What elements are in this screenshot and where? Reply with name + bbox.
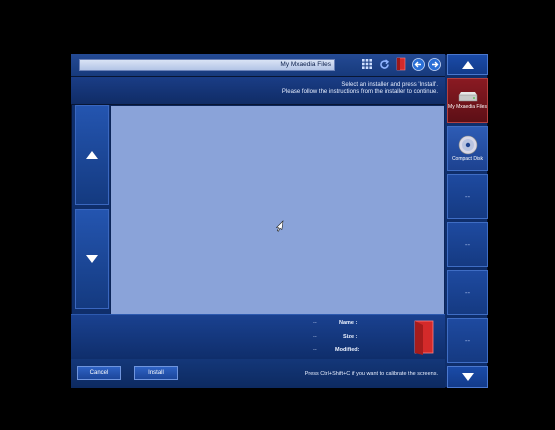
install-button[interactable]: Install (134, 366, 178, 380)
instruction-text: Select an installer and press 'Install'.… (218, 82, 438, 96)
door-icon[interactable] (394, 57, 408, 71)
name-value: -- (313, 320, 317, 326)
sidebar-scroll-up-button[interactable] (447, 54, 488, 75)
sidebar-item-label: My Mxaedia Files (448, 103, 487, 110)
sidebar-item-my-media-files[interactable]: My Mxaedia Files (447, 78, 488, 123)
sidebar-item-compact-disk[interactable]: Compact Disk (447, 126, 488, 171)
sidebar-item-label: Compact Disk (451, 155, 484, 162)
instruction-bar: Select an installer and press 'Install'.… (71, 77, 445, 105)
triangle-up-icon (461, 60, 474, 69)
sidebar-item-empty[interactable]: -- (447, 222, 488, 267)
details-panel: Name : Size : Modified: -- -- -- (71, 314, 445, 360)
modified-label: Modified: (335, 347, 360, 353)
cd-icon (458, 135, 477, 155)
empty-slot-label: -- (464, 240, 471, 249)
bottom-bar: Cancel Install Press Ctrl+Shift+C if you… (71, 359, 445, 388)
sidebar-item-empty[interactable]: -- (447, 174, 488, 219)
sidebar-item-empty[interactable]: -- (447, 318, 488, 363)
refresh-icon[interactable] (377, 57, 391, 71)
size-value: -- (313, 334, 317, 340)
toolbar: My Mxaedia Files (71, 54, 445, 77)
empty-slot-label: -- (464, 192, 471, 201)
triangle-down-icon (86, 255, 98, 263)
calibrate-hint: Press Ctrl+Shift+C if you want to calibr… (304, 371, 438, 377)
empty-slot-label: -- (464, 288, 471, 297)
sidebar-scroll-down-button[interactable] (447, 366, 488, 388)
cancel-button[interactable]: Cancel (77, 366, 121, 380)
empty-slot-label: -- (464, 336, 471, 345)
instruction-line-1: Select an installer and press 'Install'. (341, 82, 438, 88)
hard-drive-icon (458, 91, 477, 101)
mouse-cursor-icon (275, 220, 284, 232)
sidebar-item-empty[interactable]: -- (447, 270, 488, 315)
instruction-line-2: Please follow the instructions from the … (281, 89, 438, 95)
modified-value: -- (313, 347, 317, 353)
triangle-down-icon (461, 373, 474, 381)
grid-view-icon[interactable] (360, 57, 374, 71)
sidebar: My Mxaedia Files Compact Disk -- -- -- -… (447, 54, 488, 388)
path-field[interactable]: My Mxaedia Files (79, 59, 335, 71)
scroll-up-button[interactable] (75, 105, 109, 205)
triangle-up-icon (86, 151, 98, 159)
scroll-down-button[interactable] (75, 209, 109, 309)
size-label: Size : (343, 334, 358, 340)
forward-icon[interactable] (427, 57, 441, 71)
name-label: Name : (339, 320, 358, 326)
installer-window: My Mxaedia Files Select an installer and… (71, 54, 488, 388)
back-icon[interactable] (411, 57, 425, 71)
door-icon (414, 320, 434, 355)
